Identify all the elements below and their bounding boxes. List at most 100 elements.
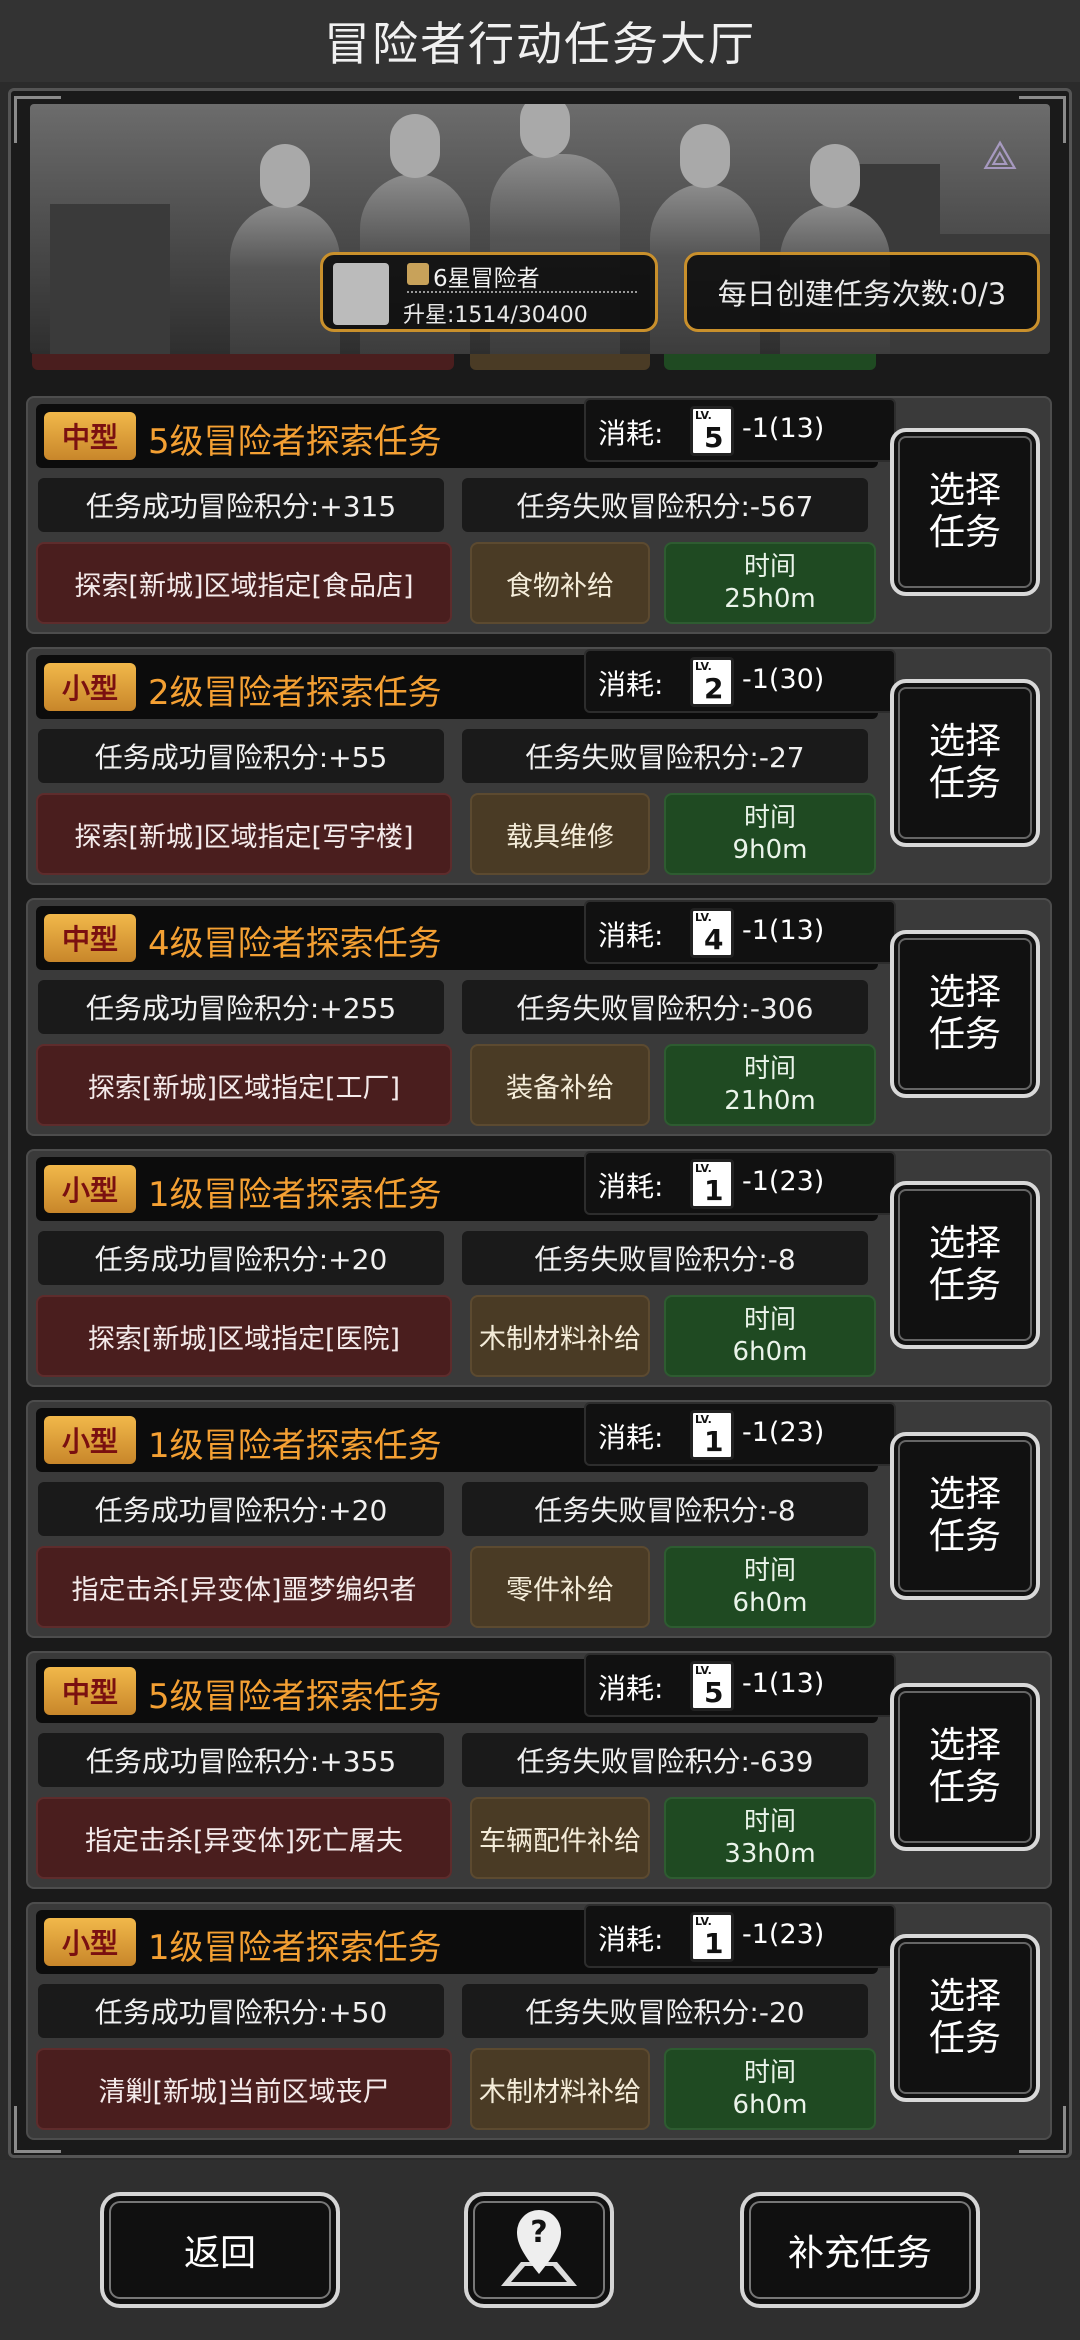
cost-value: -1(13) xyxy=(742,413,825,444)
task-card: 小型 2级冒险者探索任务 消耗: LV. 2 -1(30) 任务成功冒险积分:+… xyxy=(26,647,1052,885)
select-task-button[interactable]: 选择 任务 xyxy=(890,1683,1040,1851)
fail-points: 任务失败冒险积分:-8 xyxy=(460,1480,870,1538)
task-card: 中型 5级冒险者探索任务 消耗: LV. 5 -1(13) 任务成功冒险积分:+… xyxy=(26,1651,1052,1889)
task-name: 4级冒险者探索任务 xyxy=(148,924,442,964)
task-duration: 时间 21h0m xyxy=(664,1044,876,1126)
time-value: 33h0m xyxy=(724,1839,816,1869)
select-label-line2: 任务 xyxy=(928,1767,1001,1808)
level-card-icon: LV. 5 xyxy=(690,1661,734,1711)
svg-text:?: ? xyxy=(530,2215,547,2250)
cost-label: 消耗: xyxy=(598,417,664,450)
task-reward: 载具维修 xyxy=(470,793,650,875)
rank-progress: 升星:1514/30400 xyxy=(403,303,588,328)
task-reward: 木制材料补给 xyxy=(470,1295,650,1377)
task-cost: 消耗: LV. 1 -1(23) xyxy=(584,1151,896,1215)
add-tasks-button[interactable]: 补充任务 xyxy=(740,2192,980,2308)
task-cost: 消耗: LV. 2 -1(30) xyxy=(584,649,896,713)
level-card-number: 4 xyxy=(704,923,724,956)
time-value: 21h0m xyxy=(724,1086,816,1116)
fail-points: 任务失败冒险积分:-639 xyxy=(460,1731,870,1789)
fail-points: 任务失败冒险积分:-20 xyxy=(460,1982,870,2040)
task-target: 探索[新城]区域指定[医院] xyxy=(36,1295,452,1377)
cost-label: 消耗: xyxy=(598,1923,664,1956)
success-points: 任务成功冒险积分:+355 xyxy=(36,1731,446,1789)
time-value: 6h0m xyxy=(732,1588,808,1618)
task-name: 2级冒险者探索任务 xyxy=(148,673,442,713)
cost-label: 消耗: xyxy=(598,668,664,701)
task-size-tag: 小型 xyxy=(44,1165,136,1213)
level-card-icon: LV. 4 xyxy=(690,908,734,958)
select-label-line1: 选择 xyxy=(928,1474,1001,1515)
fail-points: 任务失败冒险积分:-8 xyxy=(460,1229,870,1287)
task-name: 1级冒险者探索任务 xyxy=(148,1175,442,1215)
level-card-icon: LV. 1 xyxy=(690,1410,734,1460)
cost-label: 消耗: xyxy=(598,1170,664,1203)
select-task-button[interactable]: 选择 任务 xyxy=(890,930,1040,1098)
task-reward: 装备补给 xyxy=(470,1044,650,1126)
task-target: 探索[新城]区域指定[食品店] xyxy=(36,542,452,624)
success-points: 任务成功冒险积分:+20 xyxy=(36,1229,446,1287)
cost-label: 消耗: xyxy=(598,1672,664,1705)
select-label-line2: 任务 xyxy=(928,1014,1001,1055)
page-title: 冒险者行动任务大厅 xyxy=(0,0,1080,82)
select-label-line2: 任务 xyxy=(928,1516,1001,1557)
time-value: 9h0m xyxy=(732,835,808,865)
time-value: 25h0m xyxy=(724,584,816,614)
select-task-button[interactable]: 选择 任务 xyxy=(890,428,1040,596)
cost-value: -1(13) xyxy=(742,1668,825,1699)
divider xyxy=(407,291,637,293)
task-duration: 时间 9h0m xyxy=(664,793,876,875)
select-task-button[interactable]: 选择 任务 xyxy=(890,1934,1040,2102)
task-reward: 车辆配件补给 xyxy=(470,1797,650,1879)
task-name: 1级冒险者探索任务 xyxy=(148,1426,442,1466)
time-label: 时间 xyxy=(743,1807,796,1837)
level-card-number: 1 xyxy=(704,1425,724,1458)
select-task-button[interactable]: 选择 任务 xyxy=(890,1432,1040,1600)
cost-value: -1(23) xyxy=(742,1919,825,1950)
task-target: 清剿[新城]当前区域丧尸 xyxy=(36,2048,452,2130)
task-name: 5级冒险者探索任务 xyxy=(148,1677,442,1717)
task-size-tag: 小型 xyxy=(44,1918,136,1966)
task-size-tag: 中型 xyxy=(44,1667,136,1715)
task-size-tag: 小型 xyxy=(44,1416,136,1464)
banner-building xyxy=(50,204,170,354)
select-label-line1: 选择 xyxy=(928,470,1001,511)
task-target: 探索[新城]区域指定[写字楼] xyxy=(36,793,452,875)
back-button[interactable]: 返回 xyxy=(100,2192,340,2308)
level-card-number: 1 xyxy=(704,1174,724,1207)
help-map-button[interactable]: ? xyxy=(464,2192,614,2308)
level-card-icon: LV. 5 xyxy=(690,406,734,456)
select-label-line2: 任务 xyxy=(928,512,1001,553)
select-label-line2: 任务 xyxy=(928,763,1001,804)
success-points: 任务成功冒险积分:+255 xyxy=(36,978,446,1036)
task-cost: 消耗: LV. 4 -1(13) xyxy=(584,900,896,964)
rank-image-icon xyxy=(407,263,429,285)
cost-label: 消耗: xyxy=(598,919,664,952)
level-card-number: 5 xyxy=(704,1676,724,1709)
select-task-button[interactable]: 选择 任务 xyxy=(890,679,1040,847)
rank-status-box[interactable]: 6星冒险者 升星:1514/30400 xyxy=(320,252,658,332)
select-task-button[interactable]: 选择 任务 xyxy=(890,1181,1040,1349)
time-value: 6h0m xyxy=(732,1337,808,1367)
task-card: 中型 4级冒险者探索任务 消耗: LV. 4 -1(13) 任务成功冒险积分:+… xyxy=(26,898,1052,1136)
daily-create-count: 每日创建任务次数:0/3 xyxy=(684,252,1040,332)
task-cost: 消耗: LV. 1 -1(23) xyxy=(584,1904,896,1968)
time-label: 时间 xyxy=(743,1054,796,1084)
rank-title: 6星冒险者 xyxy=(433,266,540,292)
task-card: 中型 5级冒险者探索任务 消耗: LV. 5 -1(13) 任务成功冒险积分:+… xyxy=(26,396,1052,634)
success-points: 任务成功冒险积分:+50 xyxy=(36,1982,446,2040)
cost-value: -1(13) xyxy=(742,915,825,946)
time-label: 时间 xyxy=(743,1556,796,1586)
fail-points: 任务失败冒险积分:-306 xyxy=(460,978,870,1036)
level-card-number: 1 xyxy=(704,1927,724,1960)
fail-points: 任务失败冒险积分:-567 xyxy=(460,476,870,534)
task-duration: 时间 6h0m xyxy=(664,2048,876,2130)
help-map-icon: ? xyxy=(501,2210,577,2286)
task-size-tag: 小型 xyxy=(44,663,136,711)
time-label: 时间 xyxy=(743,2058,796,2088)
level-card-number: 2 xyxy=(704,672,724,705)
task-cost: 消耗: LV. 5 -1(13) xyxy=(584,1653,896,1717)
level-card-icon: LV. 2 xyxy=(690,657,734,707)
triangle-emblem-icon: ⟁ xyxy=(982,133,1018,179)
task-target: 指定击杀[异变体]噩梦编织者 xyxy=(36,1546,452,1628)
